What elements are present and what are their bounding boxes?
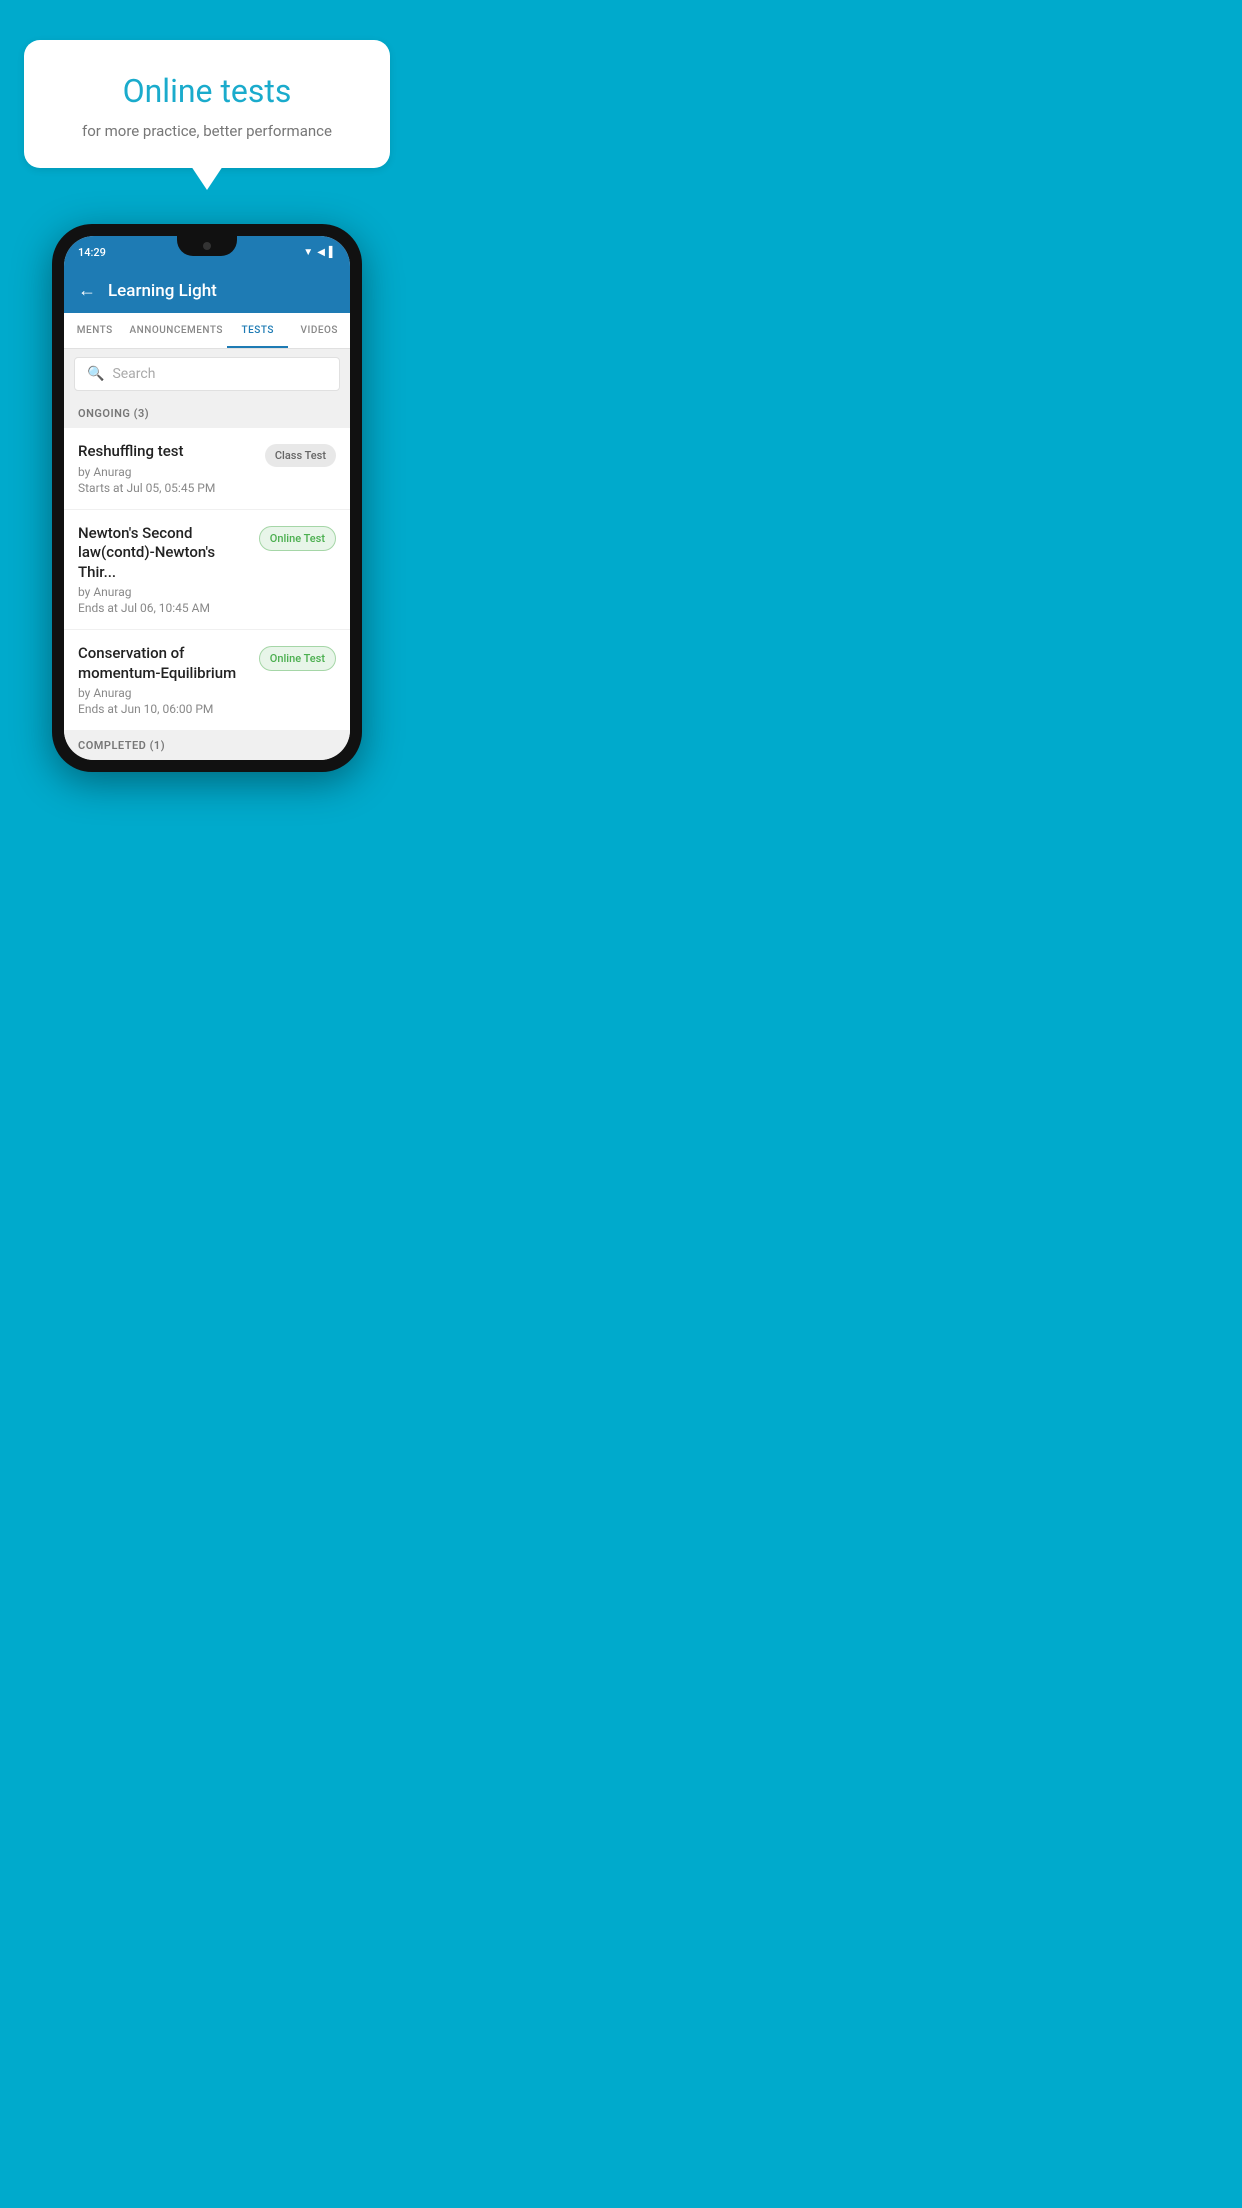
test-name: Newton's Second law(contd)-Newton's Thir… (78, 524, 249, 583)
battery-icon: ▌ (329, 247, 336, 258)
test-info: Reshuffling test by Anurag Starts at Jul… (78, 442, 255, 495)
list-item[interactable]: Reshuffling test by Anurag Starts at Jul… (64, 428, 350, 510)
test-date: Starts at Jul 05, 05:45 PM (78, 481, 255, 495)
test-badge: Online Test (259, 646, 336, 671)
test-author: by Anurag (78, 686, 249, 700)
app-title: Learning Light (108, 281, 217, 301)
search-input[interactable]: Search (112, 366, 155, 382)
test-info: Conservation of momentum-Equilibrium by … (78, 644, 249, 716)
list-item[interactable]: Conservation of momentum-Equilibrium by … (64, 630, 350, 731)
promo-subtitle: for more practice, better performance (52, 122, 362, 140)
list-item[interactable]: Newton's Second law(contd)-Newton's Thir… (64, 510, 350, 631)
phone-container: 14:29 ▼ ◀ ▌ ← Learning Light MENTS (0, 224, 414, 792)
promo-section: Online tests for more practice, better p… (0, 0, 414, 168)
search-icon: 🔍 (87, 366, 104, 382)
back-button[interactable]: ← (78, 280, 96, 301)
wifi-icon: ▼ (303, 247, 313, 258)
tab-bar: MENTS ANNOUNCEMENTS TESTS VIDEOS (64, 313, 350, 349)
app-header: ← Learning Light (64, 268, 350, 313)
promo-title: Online tests (52, 72, 362, 110)
test-name: Reshuffling test (78, 442, 255, 462)
test-info: Newton's Second law(contd)-Newton's Thir… (78, 524, 249, 616)
signal-icon: ◀ (317, 247, 325, 258)
search-bar[interactable]: 🔍 Search (74, 357, 340, 391)
status-icons: ▼ ◀ ▌ (303, 247, 336, 258)
test-date: Ends at Jun 10, 06:00 PM (78, 702, 249, 716)
search-container: 🔍 Search (64, 349, 350, 399)
tab-ments[interactable]: MENTS (64, 313, 126, 348)
ongoing-section-header: ONGOING (3) (64, 399, 350, 428)
phone-mockup: 14:29 ▼ ◀ ▌ ← Learning Light MENTS (52, 224, 362, 772)
tab-announcements[interactable]: ANNOUNCEMENTS (126, 313, 227, 348)
test-badge: Class Test (265, 444, 336, 467)
tab-tests[interactable]: TESTS (227, 313, 289, 348)
phone-notch (177, 236, 237, 256)
status-time: 14:29 (78, 246, 106, 259)
test-author: by Anurag (78, 465, 255, 479)
status-bar: 14:29 ▼ ◀ ▌ (64, 236, 350, 268)
tab-videos[interactable]: VIDEOS (288, 313, 350, 348)
test-date: Ends at Jul 06, 10:45 AM (78, 601, 249, 615)
completed-section-header: COMPLETED (1) (64, 731, 350, 760)
camera-dot (203, 242, 211, 250)
test-name: Conservation of momentum-Equilibrium (78, 644, 249, 683)
test-author: by Anurag (78, 585, 249, 599)
speech-bubble: Online tests for more practice, better p… (24, 40, 390, 168)
phone-screen: 14:29 ▼ ◀ ▌ ← Learning Light MENTS (64, 236, 350, 760)
test-list: Reshuffling test by Anurag Starts at Jul… (64, 428, 350, 731)
test-badge: Online Test (259, 526, 336, 551)
